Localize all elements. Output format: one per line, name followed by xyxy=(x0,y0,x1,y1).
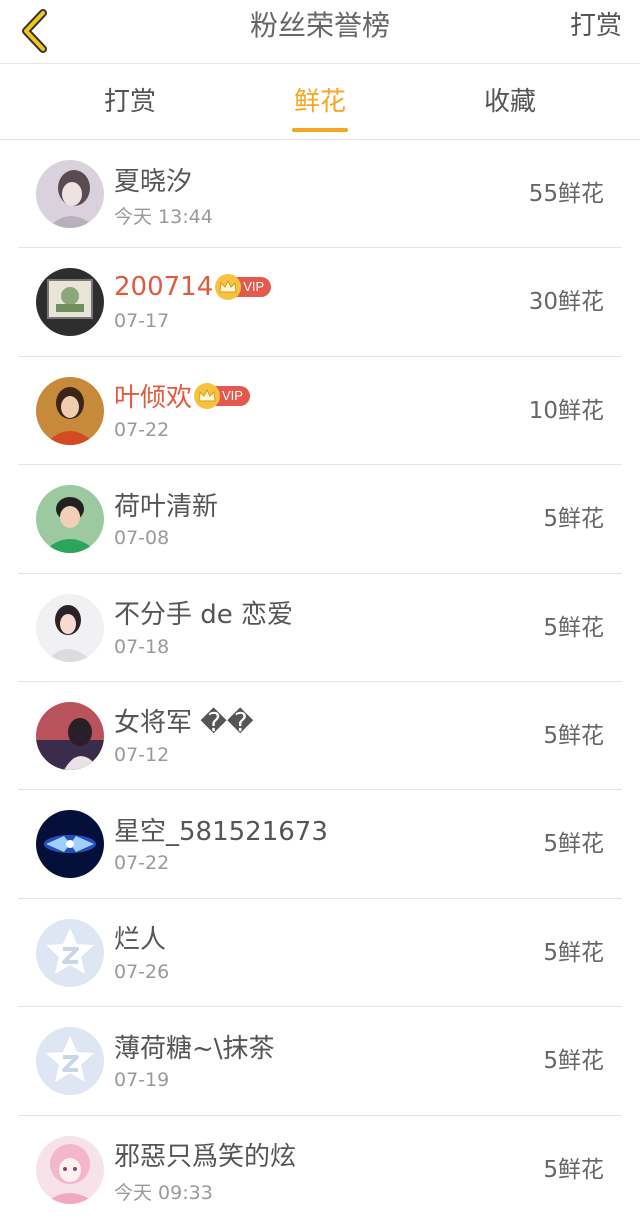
fan-name[interactable]: 女将军 �� xyxy=(114,702,254,739)
timestamp: 07-12 xyxy=(114,743,170,766)
list-item[interactable]: 邪惡只爲笑的炫 今天 09:33 5鲜花 xyxy=(18,1116,622,1221)
crown-icon xyxy=(194,382,221,409)
fan-name[interactable]: 不分手 de 恋爱 xyxy=(114,594,293,631)
avatar[interactable] xyxy=(36,810,104,879)
timestamp: 今天 13:44 xyxy=(114,206,213,228)
fan-name[interactable]: 夏晓汐 xyxy=(114,161,192,198)
tab-bar: 打赏 鲜花 收藏 xyxy=(0,64,640,140)
framed-picture-icon xyxy=(36,268,104,337)
tab-reward[interactable]: 打赏 xyxy=(70,64,190,140)
flower-count: 5鲜花 xyxy=(543,939,604,966)
timestamp: 07-08 xyxy=(114,527,170,550)
avatar[interactable] xyxy=(36,918,104,987)
list-item[interactable]: 荷叶清新 07-08 5鲜花 xyxy=(18,465,622,574)
avatar[interactable] xyxy=(36,1027,104,1096)
fan-name[interactable]: 邪惡只爲笑的炫 xyxy=(114,1136,296,1173)
flower-count: 5鲜花 xyxy=(543,831,604,858)
default-star-avatar-icon xyxy=(36,918,104,987)
flower-count: 5鲜花 xyxy=(543,506,604,533)
avatar[interactable] xyxy=(36,485,104,554)
portrait-boy-icon xyxy=(36,485,104,554)
portrait-girl-white-icon xyxy=(36,593,104,662)
avatar[interactable] xyxy=(36,1135,104,1204)
timestamp: 今天 09:33 xyxy=(114,1181,213,1204)
active-tab-indicator xyxy=(292,128,348,132)
list-item[interactable]: 不分手 de 恋爱 07-18 5鲜花 xyxy=(18,574,622,682)
timestamp: 07-17 xyxy=(114,310,170,333)
portrait-woman-icon xyxy=(36,376,104,445)
timestamp: 07-18 xyxy=(114,635,170,658)
flower-count: 5鲜花 xyxy=(543,614,604,641)
fan-name[interactable]: 烂人 xyxy=(114,919,166,956)
tab-favorites[interactable]: 收藏 xyxy=(450,64,570,140)
anime-girl-icon xyxy=(36,1135,104,1204)
flower-count: 10鲜花 xyxy=(528,397,604,424)
fan-name[interactable]: 荷叶清新 xyxy=(114,486,218,523)
timestamp: 07-19 xyxy=(114,1069,170,1092)
flower-count: 5鲜花 xyxy=(543,722,604,749)
top-bar: 粉丝荣誉榜 打赏 xyxy=(0,0,640,64)
portrait-girl-icon xyxy=(36,160,104,228)
list-item[interactable]: 星空_581521673 07-22 5鲜花 xyxy=(18,790,622,899)
default-star-avatar-icon xyxy=(36,1027,104,1096)
flower-count: 55鲜花 xyxy=(528,181,604,207)
fan-name[interactable]: 薄荷糖~\抹茶 xyxy=(114,1028,275,1065)
list-item[interactable]: 女将军 �� 07-12 5鲜花 xyxy=(18,682,622,791)
flower-count: 5鲜花 xyxy=(543,1048,604,1075)
avatar[interactable] xyxy=(36,268,104,337)
avatar[interactable] xyxy=(36,160,104,228)
avatar[interactable] xyxy=(36,376,104,445)
list-item[interactable]: 叶倾欢 VIP 07-22 10鲜花 xyxy=(18,357,622,466)
reward-button[interactable]: 打赏 xyxy=(570,0,622,52)
avatar[interactable] xyxy=(36,701,104,770)
fan-name[interactable]: 200714 xyxy=(114,272,213,302)
flower-count: 5鲜花 xyxy=(543,1156,604,1183)
tab-flowers[interactable]: 鲜花 xyxy=(260,64,380,140)
timestamp: 07-22 xyxy=(114,852,170,875)
portrait-sunset-icon xyxy=(36,701,104,770)
page-title: 粉丝荣誉榜 xyxy=(249,9,390,42)
list-item[interactable]: 薄荷糖~\抹茶 07-19 5鲜花 xyxy=(18,1007,622,1116)
flower-count: 30鲜花 xyxy=(528,289,604,316)
list-item[interactable]: 200714 VIP 07-17 30鲜花 xyxy=(18,248,622,357)
fan-name[interactable]: 叶倾欢 xyxy=(114,377,192,414)
list-item[interactable]: 夏晓汐 今天 13:44 55鲜花 xyxy=(18,140,622,249)
fan-list: 夏晓汐 今天 13:44 55鲜花 200714 VIP 07-17 30鲜花 xyxy=(18,140,622,1221)
vip-badge: VIP xyxy=(215,274,272,301)
blue-glow-icon xyxy=(36,810,104,879)
timestamp: 07-26 xyxy=(114,960,170,983)
list-item[interactable]: 烂人 07-26 5鲜花 xyxy=(18,899,622,1008)
vip-badge: VIP xyxy=(194,382,250,409)
avatar[interactable] xyxy=(36,593,104,662)
fan-name[interactable]: 星空_581521673 xyxy=(114,811,328,848)
timestamp: 07-22 xyxy=(114,418,170,441)
